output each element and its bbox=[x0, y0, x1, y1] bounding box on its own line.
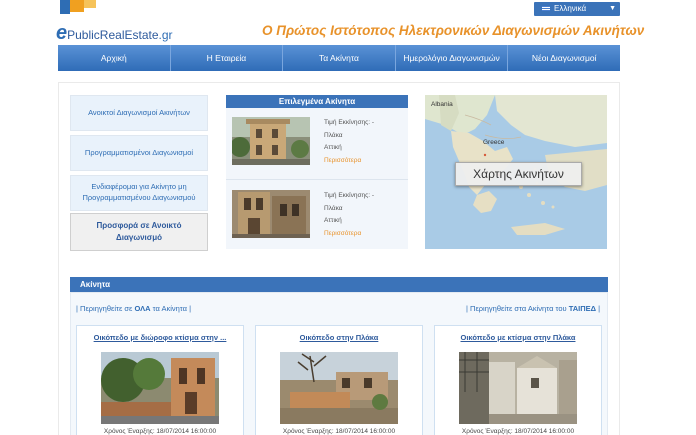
featured-property-photo[interactable] bbox=[232, 190, 310, 238]
featured-area: Πλάκα bbox=[324, 131, 343, 139]
language-selector[interactable]: Ελληνικά ▼ bbox=[534, 2, 620, 16]
property-card-title[interactable]: Οικόπεδο με κτίσμα στην Πλάκα bbox=[435, 333, 601, 342]
featured-properties-panel: Επιλεγμένα Ακίνητα Τιμή Εκκίνησης: - Πλά… bbox=[226, 95, 408, 249]
greek-flag-icon bbox=[542, 6, 550, 12]
interest-unscheduled-button[interactable]: Ενδιαφέρομαι για Ακίνητο μη Προγραμματισ… bbox=[70, 175, 208, 211]
browse-all-link[interactable]: | Περιηγηθείτε σε ΟΛΑ τα Ακίνητα | bbox=[76, 304, 191, 313]
map-title-button[interactable]: Χάρτης Ακινήτων bbox=[455, 162, 582, 186]
featured-price: Τιμή Εκκίνησης: - bbox=[324, 119, 375, 126]
browse-taiped-bold: ΤΑΙΠΕΔ bbox=[568, 304, 597, 313]
featured-divider bbox=[226, 179, 408, 180]
property-card-date: Χρόνος Έναρξης: 18/07/2014 16:00:00 bbox=[282, 428, 396, 435]
logo-e: e bbox=[56, 22, 68, 44]
property-card-photo[interactable] bbox=[280, 352, 398, 424]
browse-taiped-link[interactable]: | Περιηγηθείτε στα Ακίνητα του ΤΑΙΠΕΔ | bbox=[466, 304, 600, 313]
scheduled-tenders-button[interactable]: Προγραμματισμένοι Διαγωνισμοί bbox=[70, 135, 208, 171]
map-label-albania: Albania bbox=[431, 101, 453, 108]
property-card-title[interactable]: Οικόπεδο με διώροφο κτίσμα στην ... bbox=[77, 333, 243, 342]
featured-item[interactable]: Τιμή Εκκίνησης: - Πλάκα Αττική Περισσότε… bbox=[232, 190, 402, 246]
featured-region: Αττική bbox=[324, 144, 342, 151]
featured-property-photo[interactable] bbox=[232, 117, 310, 165]
nav-item-calendar[interactable]: Ημερολόγιο Διαγωνισμών bbox=[396, 45, 509, 71]
property-card-photo[interactable] bbox=[459, 352, 577, 424]
browse-taiped-suffix: | bbox=[596, 304, 601, 313]
property-card[interactable]: Οικόπεδο στην Πλάκα Χρόνος Έναρξης: 18/0… bbox=[255, 325, 423, 435]
featured-area: Πλάκα bbox=[324, 204, 343, 212]
browse-all-suffix: τα Ακίνητα | bbox=[150, 304, 192, 313]
property-card-date: Χρόνος Έναρξης: 18/07/2014 16:00:00 bbox=[461, 428, 575, 435]
open-tenders-button[interactable]: Ανοικτοί Διαγωνισμοί Ακινήτων bbox=[70, 95, 208, 131]
nav-item-properties[interactable]: Τα Ακίνητα bbox=[283, 45, 396, 71]
property-card-date: Χρόνος Έναρξης: 18/07/2014 16:00:00 bbox=[103, 428, 217, 435]
map-label-greece: Greece bbox=[483, 139, 505, 146]
property-card-title[interactable]: Οικόπεδο στην Πλάκα bbox=[256, 333, 422, 342]
nav-item-new-tenders[interactable]: Νέοι Διαγωνισμοί bbox=[508, 45, 620, 71]
main-nav: Αρχική Η Εταιρεία Τα Ακίνητα Ημερολόγιο … bbox=[58, 45, 620, 71]
nav-item-company[interactable]: Η Εταιρεία bbox=[171, 45, 284, 71]
property-card[interactable]: Οικόπεδο με κτίσμα στην Πλάκα Χρόνος Ένα… bbox=[434, 325, 602, 435]
logo-cube-icon bbox=[60, 0, 96, 18]
open-tender-offer-button[interactable]: Προσφορά σε Ανοικτό Διαγωνισμό bbox=[70, 213, 208, 251]
nav-item-home[interactable]: Αρχική bbox=[58, 45, 171, 71]
featured-price: Τιμή Εκκίνησης: - bbox=[324, 192, 375, 199]
browse-all-prefix: | Περιηγηθείτε σε bbox=[76, 304, 135, 313]
chevron-down-icon: ▼ bbox=[609, 5, 616, 12]
featured-title: Επιλεγμένα Ακίνητα bbox=[226, 95, 408, 108]
browse-taiped-prefix: | Περιηγηθείτε στα Ακίνητα του bbox=[466, 304, 569, 313]
property-card[interactable]: Οικόπεδο με διώροφο κτίσμα στην ... Χρόν… bbox=[76, 325, 244, 435]
site-logo[interactable]: ePublicRealEstate.gr bbox=[56, 22, 173, 45]
site-slogan: Ο Πρώτος Ιστότοπος Ηλεκτρονικών Διαγωνισ… bbox=[262, 23, 645, 38]
featured-more-link[interactable]: Περισσότερα bbox=[324, 228, 374, 241]
featured-item-info: Τιμή Εκκίνησης: - Πλάκα Αττική Περισσότε… bbox=[324, 190, 374, 240]
properties-map[interactable]: Albania Greece Χάρτης Ακινήτων bbox=[425, 95, 607, 249]
browse-all-bold: ΟΛΑ bbox=[134, 304, 151, 313]
logo-name: PublicRealEstate bbox=[67, 28, 159, 42]
property-card-photo[interactable] bbox=[101, 352, 219, 424]
featured-region: Αττική bbox=[324, 217, 342, 224]
featured-more-link[interactable]: Περισσότερα bbox=[324, 155, 374, 168]
properties-section-header: Ακίνητα bbox=[70, 277, 608, 292]
logo-tld: .gr bbox=[158, 28, 173, 42]
featured-item-info: Τιμή Εκκίνησης: - Πλάκα Αττική Περισσότε… bbox=[324, 117, 374, 167]
language-label: Ελληνικά bbox=[554, 4, 587, 13]
featured-item[interactable]: Τιμή Εκκίνησης: - Πλάκα Αττική Περισσότε… bbox=[232, 117, 402, 173]
